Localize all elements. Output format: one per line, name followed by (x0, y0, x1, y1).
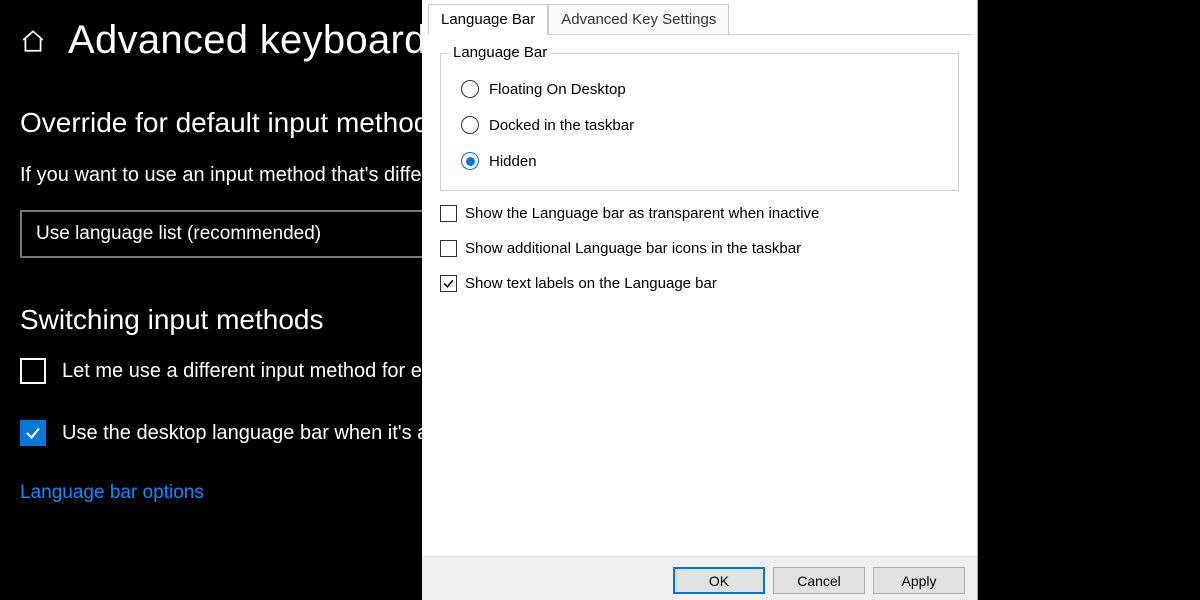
dialog-tabstrip: Language Bar Advanced Key Settings (422, 0, 977, 34)
ok-button[interactable]: OK (673, 567, 765, 594)
radio-icon (461, 116, 479, 134)
checkbox-label: Show text labels on the Language bar (465, 275, 717, 292)
checkbox-icon (440, 205, 457, 222)
cancel-button[interactable]: Cancel (773, 567, 865, 594)
button-label: Cancel (797, 573, 841, 589)
radio-label: Floating On Desktop (489, 81, 626, 98)
radio-docked-in-taskbar[interactable]: Docked in the taskbar (461, 116, 944, 134)
checkbox-show-text-labels[interactable]: Show text labels on the Language bar (440, 275, 959, 292)
radio-dot-icon (466, 157, 475, 166)
checkbox-icon (440, 275, 457, 292)
dialog-button-row: OK Cancel Apply (422, 556, 977, 600)
home-icon[interactable] (20, 28, 46, 54)
checkbox-icon (440, 240, 457, 257)
button-label: OK (709, 573, 729, 589)
button-label: Apply (901, 573, 936, 589)
checkbox-transparent-when-inactive[interactable]: Show the Language bar as transparent whe… (440, 205, 959, 222)
apply-button[interactable]: Apply (873, 567, 965, 594)
radio-label: Hidden (489, 153, 537, 170)
dropdown-value: Use language list (recommended) (36, 223, 321, 245)
radio-hidden[interactable]: Hidden (461, 152, 944, 170)
radio-floating-on-desktop[interactable]: Floating On Desktop (461, 80, 944, 98)
page-title: Advanced keyboard (68, 18, 427, 63)
checkbox-icon (20, 358, 46, 384)
tab-label: Advanced Key Settings (561, 11, 716, 28)
checkbox-icon (20, 420, 46, 446)
groupbox-title: Language Bar (449, 44, 551, 61)
radio-icon (461, 80, 479, 98)
tab-label: Language Bar (441, 11, 535, 28)
checkbox-additional-icons[interactable]: Show additional Language bar icons in th… (440, 240, 959, 257)
language-bar-groupbox: Language Bar Floating On Desktop Docked … (440, 53, 959, 191)
tab-body: Language Bar Floating On Desktop Docked … (422, 35, 977, 556)
radio-icon (461, 152, 479, 170)
checkbox-label: Show the Language bar as transparent whe… (465, 205, 819, 222)
tab-advanced-key-settings[interactable]: Advanced Key Settings (548, 4, 729, 35)
checkbox-label: Show additional Language bar icons in th… (465, 240, 801, 257)
radio-label: Docked in the taskbar (489, 117, 634, 134)
tab-language-bar[interactable]: Language Bar (428, 4, 548, 35)
language-bar-dialog: Language Bar Advanced Key Settings Langu… (422, 0, 978, 600)
